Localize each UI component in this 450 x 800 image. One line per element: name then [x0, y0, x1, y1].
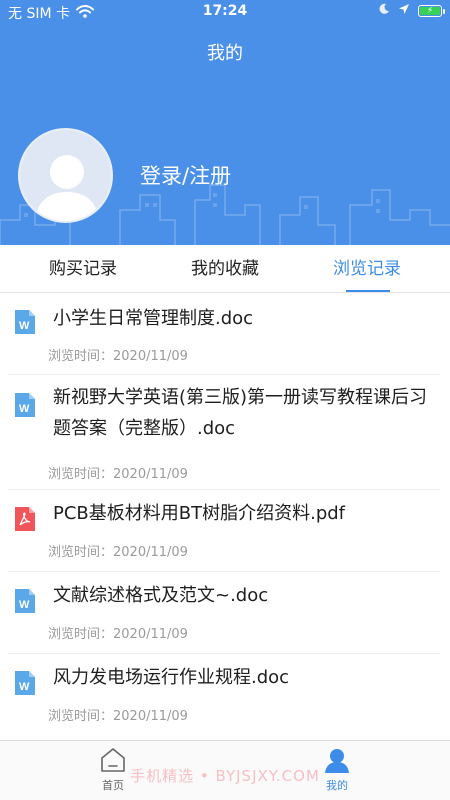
- word-doc-icon: W: [15, 393, 35, 421]
- list-item[interactable]: W 小学生日常管理制度.doc 浏览时间：2020/11/09: [8, 294, 440, 375]
- document-title: 文献综述格式及范文~.doc: [53, 585, 269, 606]
- watermark: 手机精选 • BYJSJXY.COM: [130, 767, 320, 785]
- browse-time: 浏览时间：2020/11/09: [48, 627, 188, 642]
- list-item[interactable]: W 风力发电场运行作业规程.doc 浏览时间：2020/11/09: [8, 654, 440, 740]
- pdf-icon: [15, 507, 35, 535]
- nav-home-label: 首页: [102, 779, 124, 792]
- avatar[interactable]: [18, 128, 113, 223]
- browse-history-list: W 小学生日常管理制度.doc 浏览时间：2020/11/09 W 新视野大学英…: [0, 294, 450, 740]
- tab-browse-history[interactable]: 浏览记录: [292, 245, 442, 293]
- nav-home[interactable]: 首页: [83, 747, 143, 793]
- word-doc-icon: W: [15, 310, 35, 338]
- moon-icon: [378, 3, 390, 19]
- location-arrow-icon: [398, 3, 410, 19]
- nav-mine-label: 我的: [326, 779, 348, 792]
- bottom-nav: 首页 我的 手机精选 • BYJSJXY.COM: [0, 740, 450, 800]
- document-title: 风力发电场运行作业规程.doc: [53, 667, 290, 688]
- nav-mine[interactable]: 我的: [307, 747, 367, 793]
- battery-icon: ⚡: [418, 5, 445, 17]
- document-title: 小学生日常管理制度.doc: [53, 308, 254, 329]
- page-title: 我的: [207, 43, 243, 64]
- login-register-link[interactable]: 登录/注册: [140, 160, 231, 190]
- list-item[interactable]: W 文献综述格式及范文~.doc 浏览时间：2020/11/09: [8, 572, 440, 654]
- default-avatar-icon: [20, 130, 111, 221]
- browse-time: 浏览时间：2020/11/09: [48, 467, 188, 482]
- list-item[interactable]: W 新视野大学英语(第三版)第一册读写教程课后习题答案（完整版）.doc 浏览时…: [8, 375, 440, 490]
- user-icon: [324, 749, 350, 776]
- word-doc-icon: W: [15, 589, 35, 617]
- record-tabs: 购买记录 我的收藏 浏览记录: [0, 245, 450, 293]
- svg-text:W: W: [19, 681, 30, 693]
- browse-time: 浏览时间：2020/11/09: [48, 545, 188, 560]
- document-title: 新视野大学英语(第三版)第一册读写教程课后习题答案（完整版）.doc: [53, 387, 428, 439]
- profile-header: 无 SIM 卡 17:24 ⚡ 我的 登录/注册: [0, 0, 450, 245]
- tab-purchase-records[interactable]: 购买记录: [8, 245, 158, 293]
- svg-text:W: W: [19, 403, 30, 415]
- svg-text:W: W: [19, 599, 30, 611]
- word-doc-icon: W: [15, 671, 35, 699]
- active-tab-indicator: [346, 290, 390, 292]
- home-icon: [100, 748, 126, 776]
- tab-my-favorites[interactable]: 我的收藏: [150, 245, 300, 293]
- status-bar: 无 SIM 卡 17:24 ⚡: [0, 0, 450, 24]
- svg-text:W: W: [19, 320, 30, 332]
- list-item[interactable]: PCB基板材料用BT树脂介绍资料.pdf 浏览时间：2020/11/09: [8, 490, 440, 572]
- browse-time: 浏览时间：2020/11/09: [48, 349, 188, 364]
- browse-time: 浏览时间：2020/11/09: [48, 709, 188, 724]
- document-title: PCB基板材料用BT树脂介绍资料.pdf: [53, 503, 346, 524]
